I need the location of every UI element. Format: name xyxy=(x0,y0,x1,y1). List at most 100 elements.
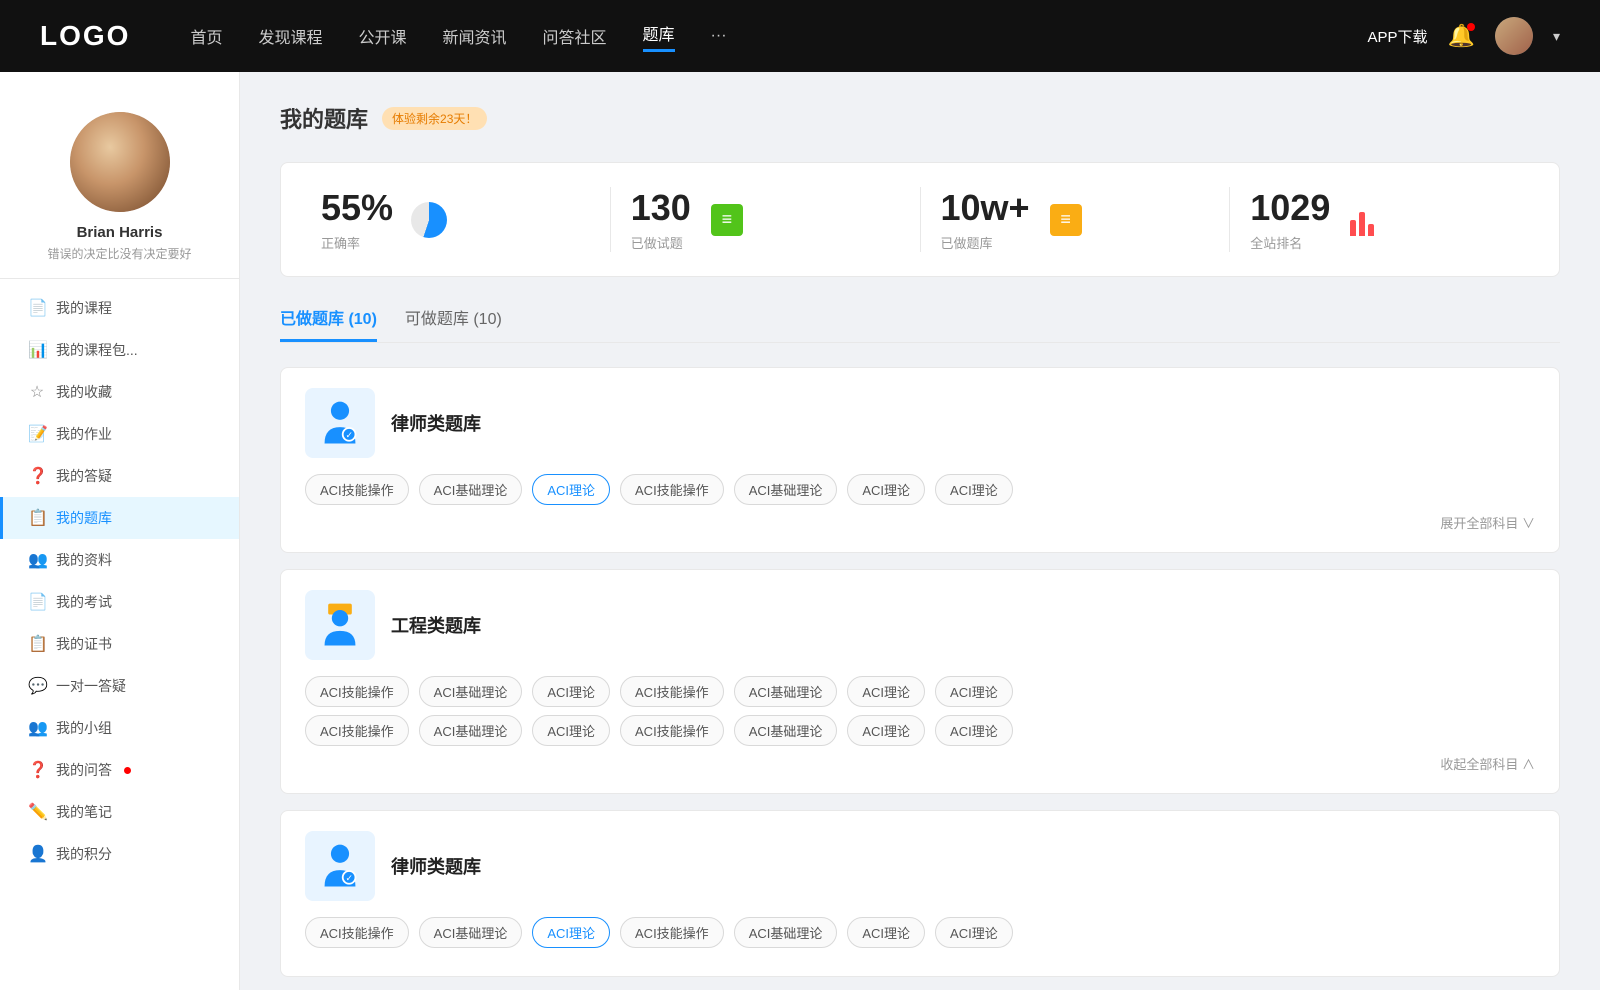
user-menu-chevron[interactable]: ▾ xyxy=(1553,28,1560,45)
tag-eng1-1[interactable]: ACI基础理论 xyxy=(419,676,523,707)
nav-open-course[interactable]: 公开课 xyxy=(358,24,406,48)
sidebar-item-my-info[interactable]: 👥 我的资料 xyxy=(0,539,239,581)
tag-eng1-5[interactable]: ACI理论 xyxy=(847,676,925,707)
sidebar-label: 我的收藏 xyxy=(56,382,112,402)
sidebar-menu: 📄 我的课程 📊 我的课程包... ☆ 我的收藏 📝 我的作业 ❓ 我的答疑 📋 xyxy=(0,287,239,875)
trial-badge: 体验剩余23天！ xyxy=(382,107,487,130)
tag-lawyer1-3[interactable]: ACI技能操作 xyxy=(620,474,724,505)
nav-qa[interactable]: 问答社区 xyxy=(543,24,607,48)
tag-lawyer2-6[interactable]: ACI理论 xyxy=(935,917,1013,948)
favorite-icon: ☆ xyxy=(28,382,46,402)
notification-bell[interactable]: 🔔 xyxy=(1448,23,1475,49)
question-doc-icon: ≡ xyxy=(1050,204,1082,236)
stats-row: 55% 正确率 130 已做试题 ≡ 10w+ 已做题库 xyxy=(280,162,1560,277)
stat-value-accuracy: 55% 正确率 xyxy=(321,187,393,252)
doc-icon: ≡ xyxy=(711,204,743,236)
tags-row-engineer1-row2: ACI技能操作 ACI基础理论 ACI理论 ACI技能操作 ACI基础理论 AC… xyxy=(305,715,1535,746)
expand-link-engineer1[interactable]: 收起全部科目 ∧ xyxy=(305,754,1535,773)
tag-lawyer2-5[interactable]: ACI理论 xyxy=(847,917,925,948)
sidebar-item-my-answers[interactable]: ❓ 我的问答 xyxy=(0,749,239,791)
category-engineer1: 工程类题库 ACI技能操作 ACI基础理论 ACI理论 ACI技能操作 ACI基… xyxy=(280,569,1560,794)
stat-accuracy: 55% 正确率 xyxy=(301,187,611,252)
page-title: 我的题库 xyxy=(280,102,368,134)
tag-eng2-6[interactable]: ACI理论 xyxy=(935,715,1013,746)
sidebar-label: 我的答疑 xyxy=(56,466,112,486)
tag-eng2-5[interactable]: ACI理论 xyxy=(847,715,925,746)
tab-available-banks[interactable]: 可做题库 (10) xyxy=(405,305,502,342)
tag-lawyer2-0[interactable]: ACI技能操作 xyxy=(305,917,409,948)
bar1 xyxy=(1350,220,1356,236)
category-title-engineer1: 工程类题库 xyxy=(391,612,481,638)
tag-lawyer1-4[interactable]: ACI基础理论 xyxy=(734,474,838,505)
tag-eng1-3[interactable]: ACI技能操作 xyxy=(620,676,724,707)
tag-eng1-6[interactable]: ACI理论 xyxy=(935,676,1013,707)
nav-news[interactable]: 新闻资讯 xyxy=(443,24,507,48)
sidebar-item-my-favorites[interactable]: ☆ 我的收藏 xyxy=(0,371,239,413)
sidebar-item-my-notes[interactable]: ✏️ 我的笔记 xyxy=(0,791,239,833)
sidebar-label: 我的小组 xyxy=(56,718,112,738)
nav-discover[interactable]: 发现课程 xyxy=(258,24,322,48)
notification-dot xyxy=(1467,23,1475,31)
logo[interactable]: LOGO xyxy=(40,20,130,52)
done-questions-icon: ≡ xyxy=(705,198,749,242)
sidebar-label: 我的笔记 xyxy=(56,802,112,822)
app-download-button[interactable]: APP下载 xyxy=(1368,26,1428,47)
sidebar-item-my-exam[interactable]: 📄 我的考试 xyxy=(0,581,239,623)
done-banks-icon: ≡ xyxy=(1044,198,1088,242)
tag-eng2-4[interactable]: ACI基础理论 xyxy=(734,715,838,746)
profile-name: Brian Harris xyxy=(77,224,163,241)
tag-eng2-0[interactable]: ACI技能操作 xyxy=(305,715,409,746)
sidebar-label: 我的课程 xyxy=(56,298,112,318)
question-bank-tabs: 已做题库 (10) 可做题库 (10) xyxy=(280,305,1560,343)
lawyer-figure-svg: ✓ xyxy=(315,398,365,448)
chat-icon: 💬 xyxy=(28,676,46,696)
expand-link-lawyer1[interactable]: 展开全部科目 ∨ xyxy=(305,513,1535,532)
category-header-lawyer2: ✓ 律师类题库 xyxy=(305,831,1535,901)
sidebar-label: 我的作业 xyxy=(56,424,112,444)
sidebar-item-my-courses[interactable]: 📄 我的课程 xyxy=(0,287,239,329)
tag-eng2-2[interactable]: ACI理论 xyxy=(532,715,610,746)
tag-lawyer1-2[interactable]: ACI理论 xyxy=(532,474,610,505)
tag-eng1-0[interactable]: ACI技能操作 xyxy=(305,676,409,707)
nav-home[interactable]: 首页 xyxy=(190,24,222,48)
tag-lawyer2-3[interactable]: ACI技能操作 xyxy=(620,917,724,948)
profile-avatar[interactable] xyxy=(70,112,170,212)
tags-row-engineer1-row1: ACI技能操作 ACI基础理论 ACI理论 ACI技能操作 ACI基础理论 AC… xyxy=(305,676,1535,707)
category-header-lawyer1: ✓ 律师类题库 xyxy=(305,388,1535,458)
tag-eng2-1[interactable]: ACI基础理论 xyxy=(419,715,523,746)
category-title-lawyer2: 律师类题库 xyxy=(391,853,481,879)
sidebar-label: 我的课程包... xyxy=(56,340,138,360)
sidebar-item-my-bank[interactable]: 📋 我的题库 xyxy=(0,497,239,539)
sidebar-item-my-group[interactable]: 👥 我的小组 xyxy=(0,707,239,749)
tag-lawyer1-0[interactable]: ACI技能操作 xyxy=(305,474,409,505)
question-icon: ❓ xyxy=(28,466,46,486)
user-avatar[interactable] xyxy=(1495,17,1533,55)
pie-chart-icon xyxy=(411,202,447,238)
tags-row-lawyer1: ACI技能操作 ACI基础理论 ACI理论 ACI技能操作 ACI基础理论 AC… xyxy=(305,474,1535,505)
answers-icon: ❓ xyxy=(28,760,46,780)
sidebar-item-my-questions[interactable]: ❓ 我的答疑 xyxy=(0,455,239,497)
tag-lawyer1-5[interactable]: ACI理论 xyxy=(847,474,925,505)
bar3 xyxy=(1368,224,1374,236)
nav-bank[interactable]: 题库 xyxy=(643,21,675,52)
sidebar-item-my-homework[interactable]: 📝 我的作业 xyxy=(0,413,239,455)
profile-avatar-image xyxy=(70,112,170,212)
tag-lawyer2-4[interactable]: ACI基础理论 xyxy=(734,917,838,948)
sidebar-item-my-cert[interactable]: 📋 我的证书 xyxy=(0,623,239,665)
tab-done-banks[interactable]: 已做题库 (10) xyxy=(280,305,377,342)
sidebar-label: 我的题库 xyxy=(56,508,112,528)
tag-eng1-4[interactable]: ACI基础理论 xyxy=(734,676,838,707)
accuracy-icon xyxy=(407,198,451,242)
tag-eng1-2[interactable]: ACI理论 xyxy=(532,676,610,707)
category-title-lawyer1: 律师类题库 xyxy=(391,410,481,436)
lawyer2-icon: ✓ xyxy=(305,831,375,901)
tag-lawyer2-1[interactable]: ACI基础理论 xyxy=(419,917,523,948)
tag-lawyer1-6[interactable]: ACI理论 xyxy=(935,474,1013,505)
tag-lawyer1-1[interactable]: ACI基础理论 xyxy=(419,474,523,505)
sidebar-item-one-on-one[interactable]: 💬 一对一答疑 xyxy=(0,665,239,707)
sidebar-item-my-packages[interactable]: 📊 我的课程包... xyxy=(0,329,239,371)
sidebar-item-my-points[interactable]: 👤 我的积分 xyxy=(0,833,239,875)
tag-lawyer2-2[interactable]: ACI理论 xyxy=(532,917,610,948)
nav-more[interactable]: ··· xyxy=(711,27,727,45)
tag-eng2-3[interactable]: ACI技能操作 xyxy=(620,715,724,746)
